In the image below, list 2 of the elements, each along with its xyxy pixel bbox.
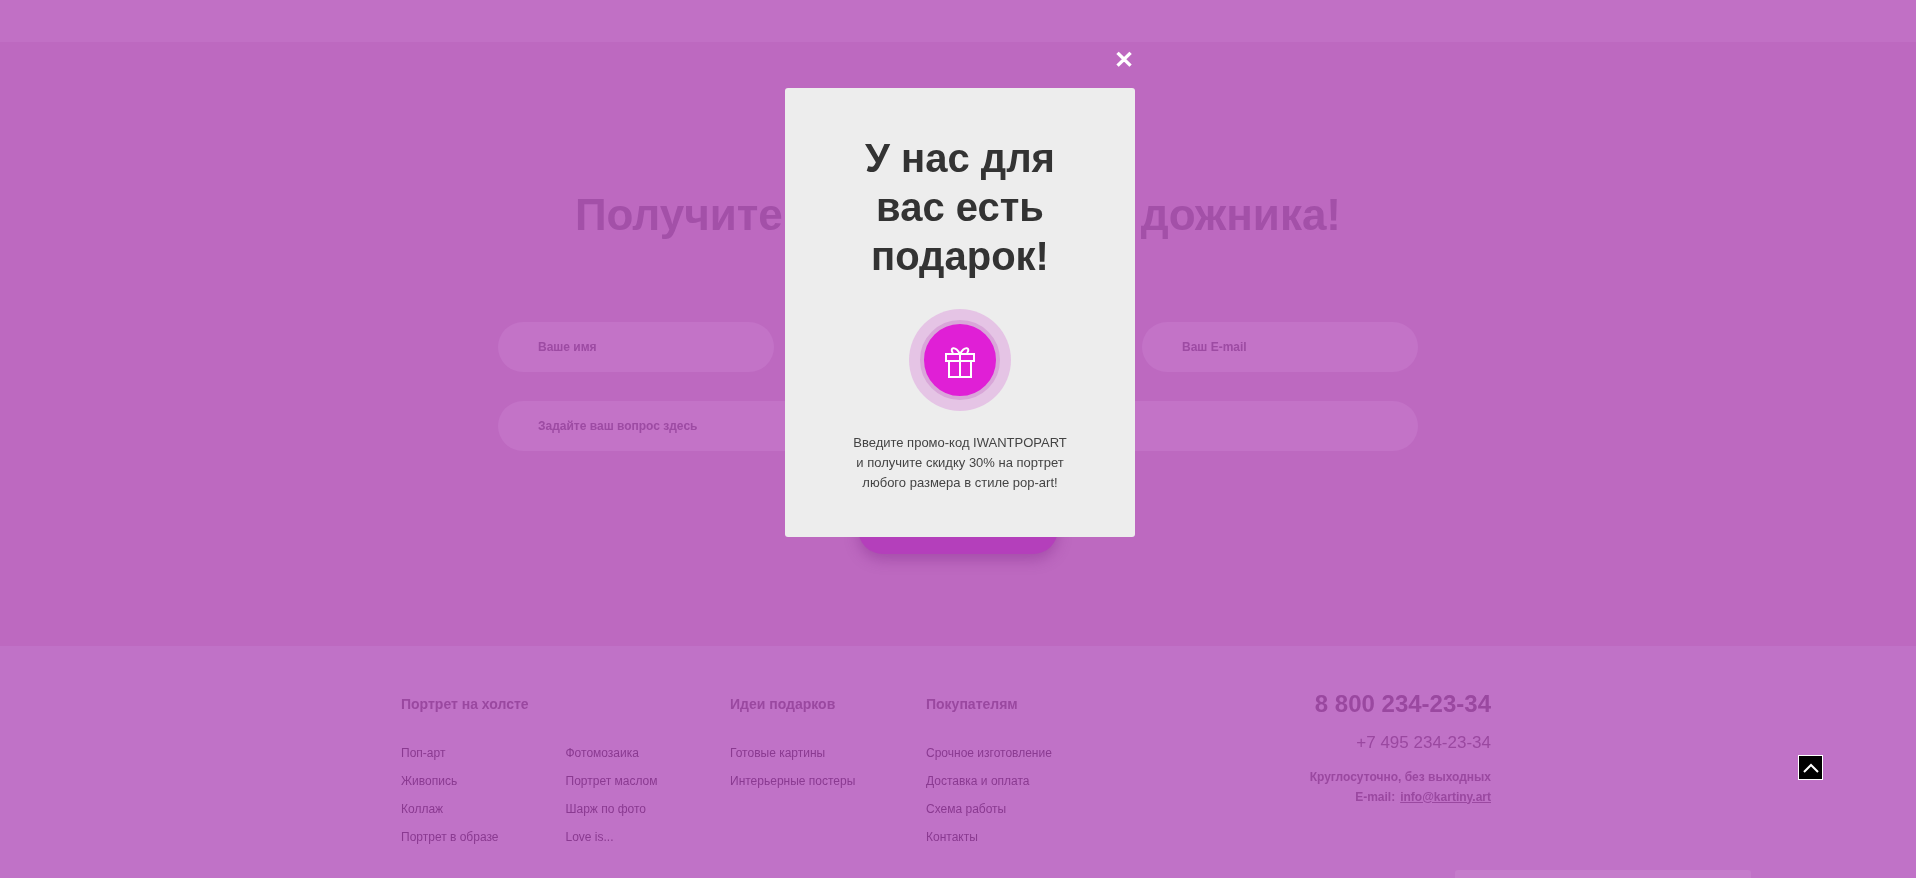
popup-title: У нас для вас есть подарок! (864, 135, 1056, 280)
promo-text: Введите промо-код IWANTPOPART и получите скидку 30% на портрет любого размера в стиле pop-art! (853, 434, 1067, 492)
